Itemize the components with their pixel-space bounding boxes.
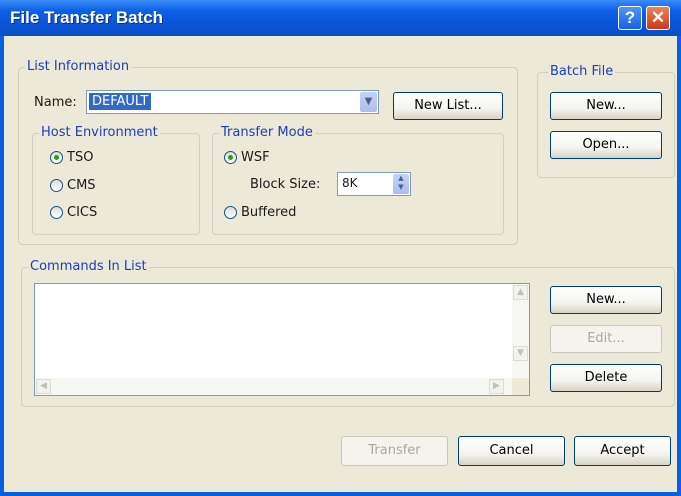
name-label: Name: xyxy=(34,95,77,110)
block-size-value: 8K xyxy=(342,176,358,190)
cms-radio-circle[interactable] xyxy=(50,179,63,192)
wsf-radio[interactable]: WSF xyxy=(224,150,270,165)
cancel-button[interactable]: Cancel xyxy=(458,436,565,466)
scrollbar-corner xyxy=(512,378,529,395)
name-combobox-value: DEFAULT xyxy=(89,93,152,110)
scroll-down-icon[interactable]: ▼ xyxy=(513,346,528,361)
commands-listbox[interactable]: ▲ ▼ ◀ ▶ xyxy=(34,283,530,396)
tso-radio-label: TSO xyxy=(67,150,94,165)
new-list-button[interactable]: New List... xyxy=(393,92,503,120)
dialog-window: File Transfer Batch ? ✕ List Information… xyxy=(0,0,681,496)
command-new-button[interactable]: New... xyxy=(550,286,662,314)
block-size-spinner[interactable]: 8K ▲ ▼ xyxy=(337,172,411,196)
wsf-radio-circle[interactable] xyxy=(224,151,237,164)
batch-new-button[interactable]: New... xyxy=(550,92,662,120)
transfer-mode-legend: Transfer Mode xyxy=(219,125,315,140)
scroll-up-icon[interactable]: ▲ xyxy=(513,285,528,300)
batch-file-group: Batch File xyxy=(537,64,675,178)
close-icon[interactable]: ✕ xyxy=(646,6,670,30)
cms-radio[interactable]: CMS xyxy=(50,178,96,193)
list-information-legend: List Information xyxy=(25,59,132,74)
spin-arrows-icon[interactable]: ▲ ▼ xyxy=(393,174,409,194)
host-environment-legend: Host Environment xyxy=(39,125,160,140)
listbox-horizontal-scrollbar[interactable]: ◀ ▶ xyxy=(35,378,512,395)
command-delete-button[interactable]: Delete xyxy=(550,364,662,392)
scroll-left-icon[interactable]: ◀ xyxy=(36,379,51,394)
transfer-button[interactable]: Transfer xyxy=(341,436,448,466)
chevron-down-icon[interactable]: ▼ xyxy=(360,92,377,112)
cics-radio-label: CICS xyxy=(67,205,98,220)
cics-radio-circle[interactable] xyxy=(50,206,63,219)
buffered-radio-label: Buffered xyxy=(241,205,297,220)
batch-file-legend: Batch File xyxy=(548,64,616,79)
window-title: File Transfer Batch xyxy=(10,8,164,27)
block-size-label: Block Size: xyxy=(250,177,321,192)
buffered-radio[interactable]: Buffered xyxy=(224,205,296,220)
tso-radio-circle[interactable] xyxy=(50,151,63,164)
listbox-vertical-scrollbar[interactable]: ▲ ▼ xyxy=(512,284,529,378)
command-edit-button[interactable]: Edit... xyxy=(550,325,662,353)
tso-radio[interactable]: TSO xyxy=(50,150,93,165)
cics-radio[interactable]: CICS xyxy=(50,205,97,220)
help-icon[interactable]: ? xyxy=(618,6,642,30)
wsf-radio-label: WSF xyxy=(241,150,270,165)
accept-button[interactable]: Accept xyxy=(574,436,671,466)
cms-radio-label: CMS xyxy=(67,178,96,193)
buffered-radio-circle[interactable] xyxy=(224,206,237,219)
title-bar[interactable]: File Transfer Batch ? ✕ xyxy=(0,0,681,36)
scroll-right-icon[interactable]: ▶ xyxy=(489,379,504,394)
commands-in-list-legend: Commands In List xyxy=(28,259,149,274)
batch-open-button[interactable]: Open... xyxy=(550,131,662,159)
name-combobox[interactable]: DEFAULT ▼ xyxy=(86,90,379,114)
